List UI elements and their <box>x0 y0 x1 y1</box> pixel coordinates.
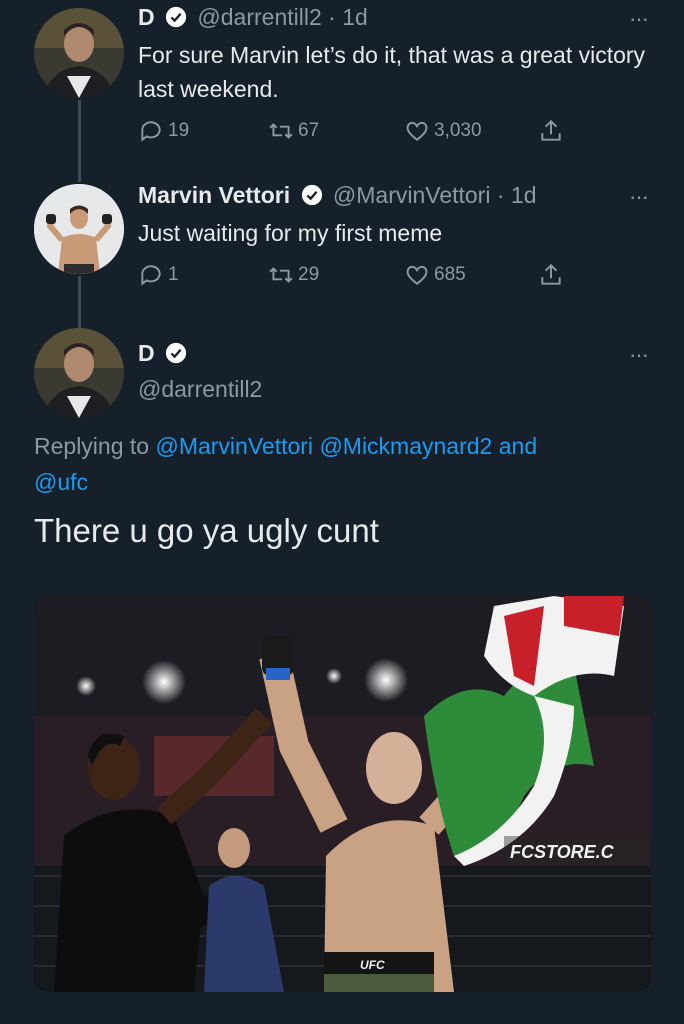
mention-and: and <box>498 433 538 459</box>
retweet-button[interactable]: 67 <box>268 118 319 144</box>
thread-line-2 <box>78 276 81 332</box>
mention-ufc[interactable]: @ufc <box>34 469 88 495</box>
reply-count: 1 <box>168 264 179 285</box>
shorts-logo: UFC <box>360 958 385 972</box>
thread-line-1 <box>78 100 81 182</box>
share-icon <box>541 119 561 141</box>
retweet-button[interactable]: 29 <box>268 262 319 288</box>
mention-mickmaynard2[interactable]: @Mickmaynard2 <box>319 433 492 459</box>
like-icon <box>406 121 428 141</box>
tweet1-text: For sure Marvin let’s do it, that was a … <box>138 42 646 102</box>
tweet3-text: There u go ya ugly cunt <box>34 512 379 549</box>
verified-badge-icon <box>301 184 322 206</box>
share-icon <box>541 263 561 285</box>
like-button[interactable]: 685 <box>404 262 466 288</box>
tweet1-actions: 19 67 3,030 <box>138 118 578 148</box>
replying-to: Replying to @MarvinVettori @Mickmaynard2… <box>34 428 634 500</box>
more-icon[interactable]: ··· <box>629 184 649 210</box>
reply-button[interactable]: 19 <box>138 118 189 144</box>
reply-button[interactable]: 1 <box>138 262 179 288</box>
reply-icon <box>141 121 161 142</box>
reply-icon <box>141 265 161 286</box>
tweet3-handle[interactable]: @darrentill2 <box>138 376 262 403</box>
like-count: 685 <box>434 264 466 285</box>
reply-count: 19 <box>168 120 190 141</box>
more-icon[interactable]: ··· <box>629 6 649 32</box>
tweet1-time[interactable]: 1d <box>342 4 368 30</box>
verified-badge-icon <box>165 342 187 364</box>
photo-banner: FCSTORE.C <box>510 842 615 862</box>
tweet2-actions: 1 29 685 <box>138 262 578 292</box>
tweet1-header: D @darrentill2 · 1d <box>138 4 368 31</box>
tweet1-separator: · <box>328 4 336 30</box>
tweet2-text: Just waiting for my first meme <box>138 220 443 246</box>
like-button[interactable]: 3,030 <box>404 118 482 144</box>
tweet2-header: Marvin Vettori @MarvinVettori · 1d <box>138 182 537 209</box>
retweet-count: 67 <box>298 120 320 141</box>
retweet-icon <box>269 267 293 283</box>
replying-prefix: Replying to <box>34 433 150 459</box>
more-icon[interactable]: ··· <box>629 342 649 368</box>
share-button[interactable] <box>538 262 568 288</box>
tweet2-handle[interactable]: @MarvinVettori <box>333 182 491 208</box>
share-button[interactable] <box>538 118 568 144</box>
like-icon <box>406 265 428 285</box>
tweet2-time[interactable]: 1d <box>511 182 537 208</box>
tweet3-header: D <box>138 340 191 367</box>
mention-marvinvettori[interactable]: @MarvinVettori <box>155 433 313 459</box>
tweet3-author-name[interactable]: D <box>138 340 155 366</box>
tweet1-author-name[interactable]: D <box>138 4 155 30</box>
tweet2-author-name[interactable]: Marvin Vettori <box>138 182 290 208</box>
verified-badge-icon <box>165 6 187 28</box>
avatar-darrentill2-1[interactable] <box>34 8 124 98</box>
like-count: 3,030 <box>434 120 482 141</box>
avatar-marvinvettori[interactable] <box>34 184 124 274</box>
retweet-icon <box>269 123 293 139</box>
retweet-count: 29 <box>298 264 320 285</box>
tweet-photo[interactable]: UFC FCSTORE.C <box>34 596 651 992</box>
tweet2-separator: · <box>496 182 505 208</box>
tweet1-handle[interactable]: @darrentill2 <box>197 4 321 30</box>
avatar-darrentill2-2[interactable] <box>34 328 124 418</box>
